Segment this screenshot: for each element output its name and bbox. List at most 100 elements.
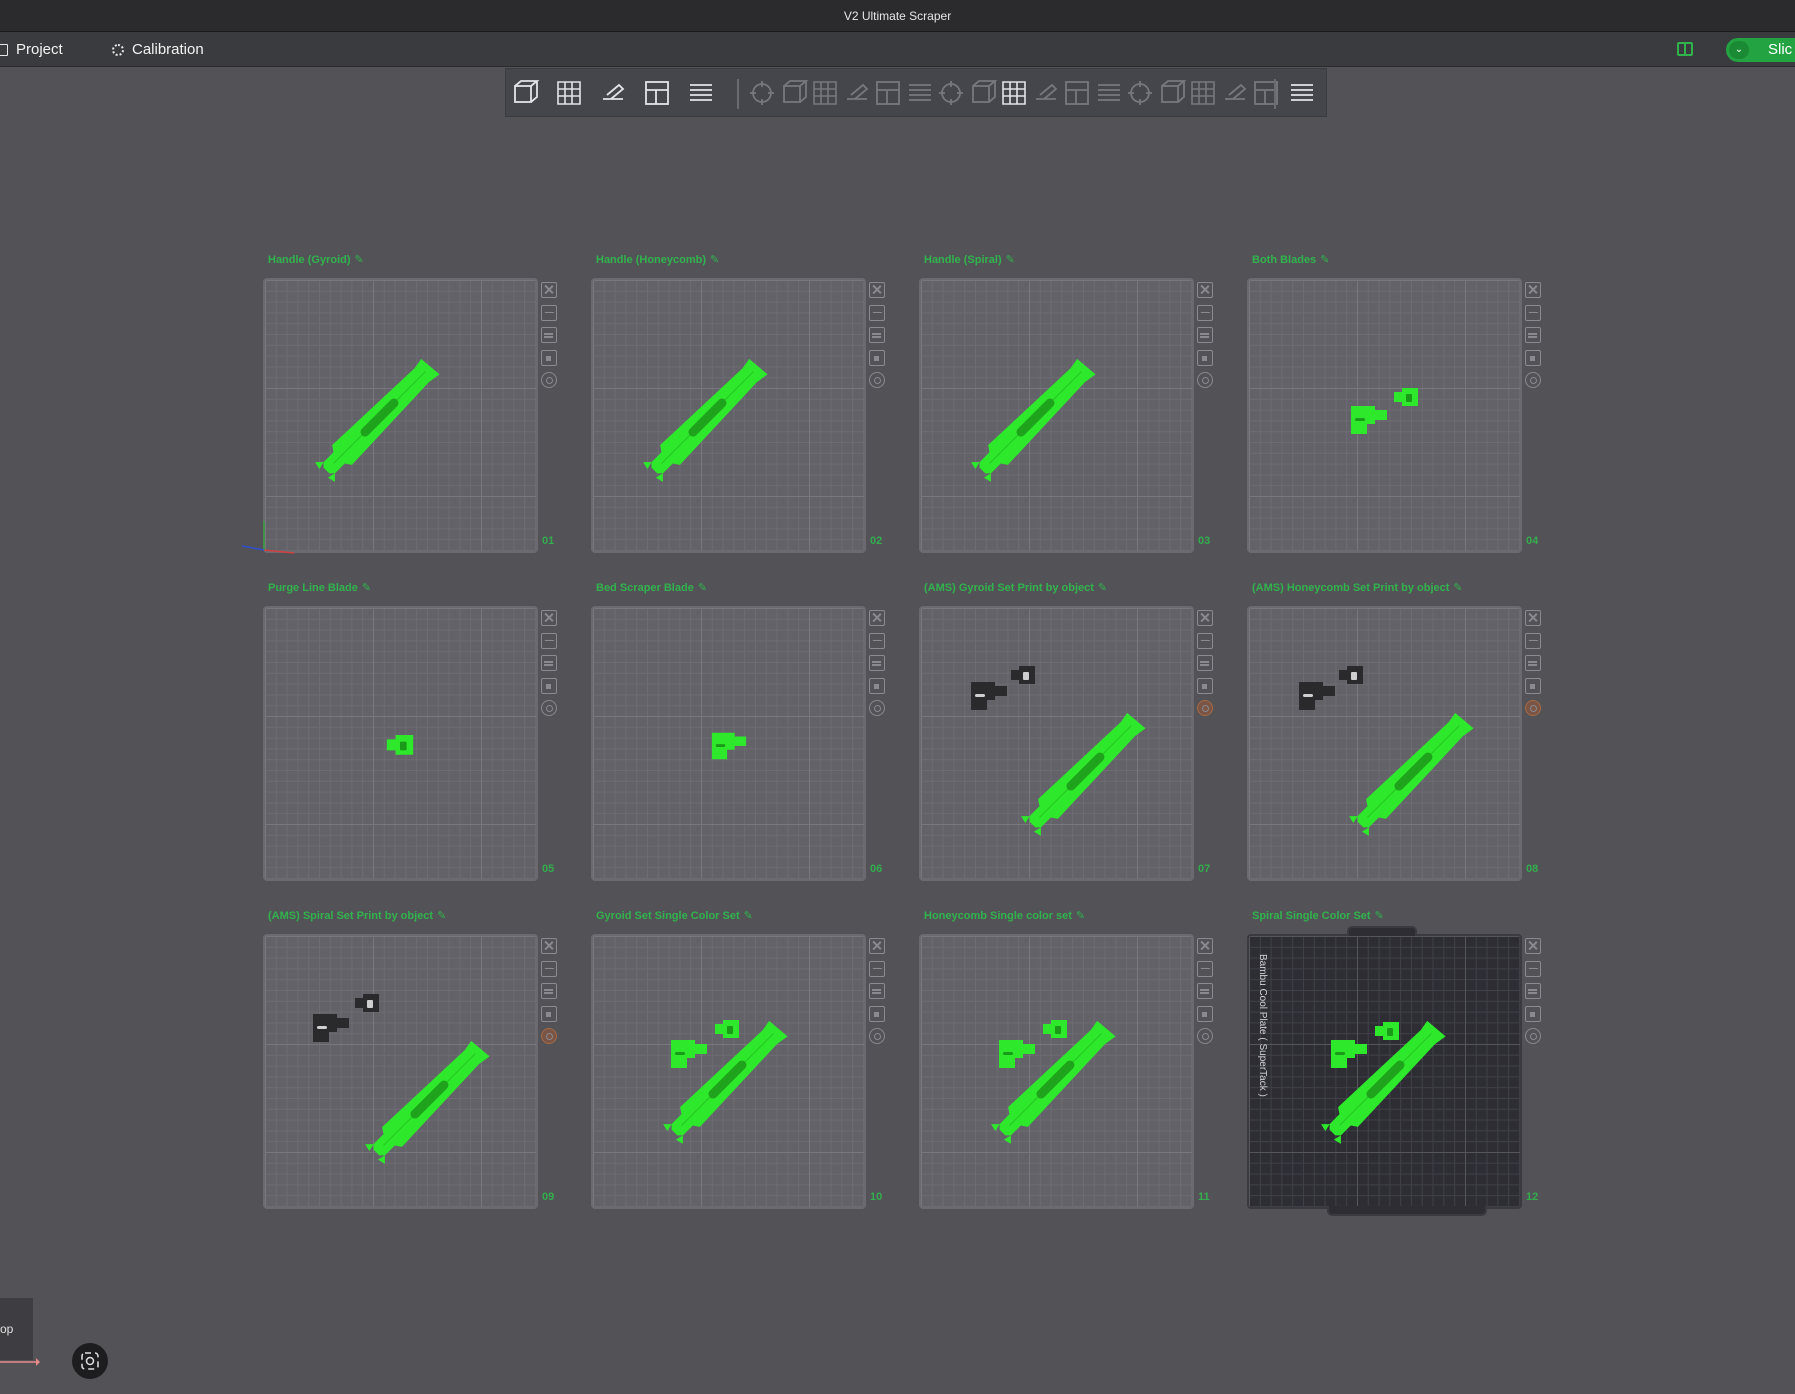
arrange-plate-icon[interactable] — [541, 327, 557, 343]
plate-type-icon[interactable] — [1525, 1028, 1541, 1044]
split-layers-icon[interactable] — [685, 77, 717, 109]
lock-plate-icon[interactable] — [869, 349, 885, 366]
measure-icon[interactable] — [1030, 77, 1062, 109]
plate-settings-icon[interactable] — [1197, 304, 1213, 321]
arrange-plate-icon[interactable] — [869, 327, 885, 343]
edit-pencil-icon[interactable]: ✎ — [1375, 909, 1384, 922]
rotate-icon[interactable] — [778, 77, 810, 109]
plate-type-icon[interactable] — [1197, 372, 1213, 388]
plate-type-icon[interactable] — [1197, 1028, 1213, 1044]
arrange-plate-icon[interactable] — [1197, 655, 1213, 671]
plate-title[interactable]: (AMS) Honeycomb Set Print by object ✎ — [1252, 581, 1463, 594]
plate-settings-icon[interactable] — [869, 632, 885, 649]
slice-dropdown-icon[interactable]: ⌄ — [1729, 41, 1749, 59]
plate-type-icon[interactable] — [541, 372, 557, 388]
explode-icon[interactable] — [1286, 77, 1318, 109]
support-paint-icon[interactable] — [935, 77, 967, 109]
plate-title[interactable]: Bed Scraper Blade ✎ — [596, 581, 707, 594]
build-plate[interactable] — [263, 606, 538, 881]
move-icon[interactable] — [746, 77, 778, 109]
build-plate[interactable] — [1247, 606, 1522, 881]
build-plate[interactable] — [263, 278, 538, 553]
lock-plate-icon[interactable] — [1525, 349, 1541, 366]
delete-plate-icon[interactable] — [541, 938, 557, 954]
arrange-plate-icon[interactable] — [1197, 327, 1213, 343]
plate-settings-icon[interactable] — [1525, 304, 1541, 321]
view-label-panel[interactable]: op — [0, 1298, 33, 1360]
edit-pencil-icon[interactable]: ✎ — [355, 253, 364, 266]
plate-type-icon[interactable] — [1197, 700, 1213, 716]
lock-plate-icon[interactable] — [1197, 349, 1213, 366]
add-object-icon[interactable] — [509, 77, 541, 109]
build-plate[interactable] — [919, 606, 1194, 881]
arrange-plate-icon[interactable] — [1525, 327, 1541, 343]
edit-pencil-icon[interactable]: ✎ — [1076, 909, 1085, 922]
arrange-plate-icon[interactable] — [1197, 983, 1213, 999]
plate-type-icon[interactable] — [1525, 700, 1541, 716]
arrange-plate-icon[interactable] — [869, 655, 885, 671]
plate-type-icon[interactable] — [869, 700, 885, 716]
edit-pencil-icon[interactable]: ✎ — [710, 253, 719, 266]
delete-plate-icon[interactable] — [1525, 610, 1541, 626]
plate-title[interactable]: Handle (Gyroid) ✎ — [268, 253, 364, 266]
edit-pencil-icon[interactable]: ✎ — [698, 581, 707, 594]
edit-pencil-icon[interactable]: ✎ — [1453, 581, 1462, 594]
menu-project[interactable]: Project — [0, 41, 63, 58]
arrange-plate-icon[interactable] — [1525, 983, 1541, 999]
plate-settings-icon[interactable] — [1197, 632, 1213, 649]
lock-plate-icon[interactable] — [541, 1005, 557, 1022]
layout-toggle-icon[interactable] — [1677, 42, 1693, 56]
lock-plate-icon[interactable] — [869, 677, 885, 694]
plate-settings-icon[interactable] — [1197, 960, 1213, 977]
edit-pencil-icon[interactable]: ✎ — [1098, 581, 1107, 594]
lay-on-face-icon[interactable] — [841, 77, 873, 109]
ruler-icon[interactable] — [1250, 77, 1282, 109]
build-plate[interactable] — [1247, 278, 1522, 553]
camera-view-button[interactable] — [72, 1343, 108, 1379]
plate-title[interactable]: Handle (Spiral) ✎ — [924, 253, 1015, 266]
plate-title[interactable]: Purge Line Blade ✎ — [268, 581, 371, 594]
plate-settings-icon[interactable] — [541, 960, 557, 977]
lock-plate-icon[interactable] — [541, 677, 557, 694]
delete-plate-icon[interactable] — [1197, 938, 1213, 954]
edit-pencil-icon[interactable]: ✎ — [1006, 253, 1015, 266]
plate-settings-icon[interactable] — [869, 304, 885, 321]
boolean-icon[interactable] — [904, 77, 936, 109]
plate-settings-icon[interactable] — [1525, 960, 1541, 977]
build-plate[interactable]: Bambu Cool Plate ( SuperTack ) — [1247, 934, 1522, 1209]
lock-plate-icon[interactable] — [1525, 677, 1541, 694]
scale-icon[interactable] — [809, 77, 841, 109]
plate-type-icon[interactable] — [541, 1028, 557, 1044]
plate-settings-icon[interactable] — [869, 960, 885, 977]
cut-icon[interactable] — [872, 77, 904, 109]
color-paint-icon[interactable] — [967, 77, 999, 109]
delete-plate-icon[interactable] — [1525, 282, 1541, 298]
plate-title[interactable]: Gyroid Set Single Color Set ✎ — [596, 909, 753, 922]
lock-plate-icon[interactable] — [1197, 677, 1213, 694]
text-icon[interactable] — [998, 77, 1030, 109]
plate-title[interactable]: Handle (Honeycomb) ✎ — [596, 253, 719, 266]
fuzzy-skin-icon[interactable] — [1156, 77, 1188, 109]
arrange-icon[interactable] — [641, 77, 673, 109]
edit-pencil-icon[interactable]: ✎ — [1320, 253, 1329, 266]
plate-type-icon[interactable] — [869, 372, 885, 388]
menu-calibration[interactable]: Calibration — [112, 41, 204, 58]
arrange-plate-icon[interactable] — [541, 983, 557, 999]
edit-pencil-icon[interactable]: ✎ — [362, 581, 371, 594]
delete-plate-icon[interactable] — [541, 610, 557, 626]
arrange-plate-icon[interactable] — [869, 983, 885, 999]
lock-plate-icon[interactable] — [541, 349, 557, 366]
plate-title[interactable]: (AMS) Spiral Set Print by object ✎ — [268, 909, 446, 922]
mesh-icon[interactable] — [1124, 77, 1156, 109]
plate-title[interactable]: Honeycomb Single color set ✎ — [924, 909, 1085, 922]
delete-plate-icon[interactable] — [1197, 282, 1213, 298]
plate-type-icon[interactable] — [869, 1028, 885, 1044]
delete-plate-icon[interactable] — [869, 938, 885, 954]
delete-plate-icon[interactable] — [869, 282, 885, 298]
build-plate[interactable] — [591, 606, 866, 881]
build-plate[interactable] — [919, 278, 1194, 553]
emboss-icon[interactable] — [1219, 77, 1251, 109]
auto-orient-icon[interactable] — [597, 77, 629, 109]
delete-plate-icon[interactable] — [1197, 610, 1213, 626]
assembly-icon[interactable] — [1061, 77, 1093, 109]
